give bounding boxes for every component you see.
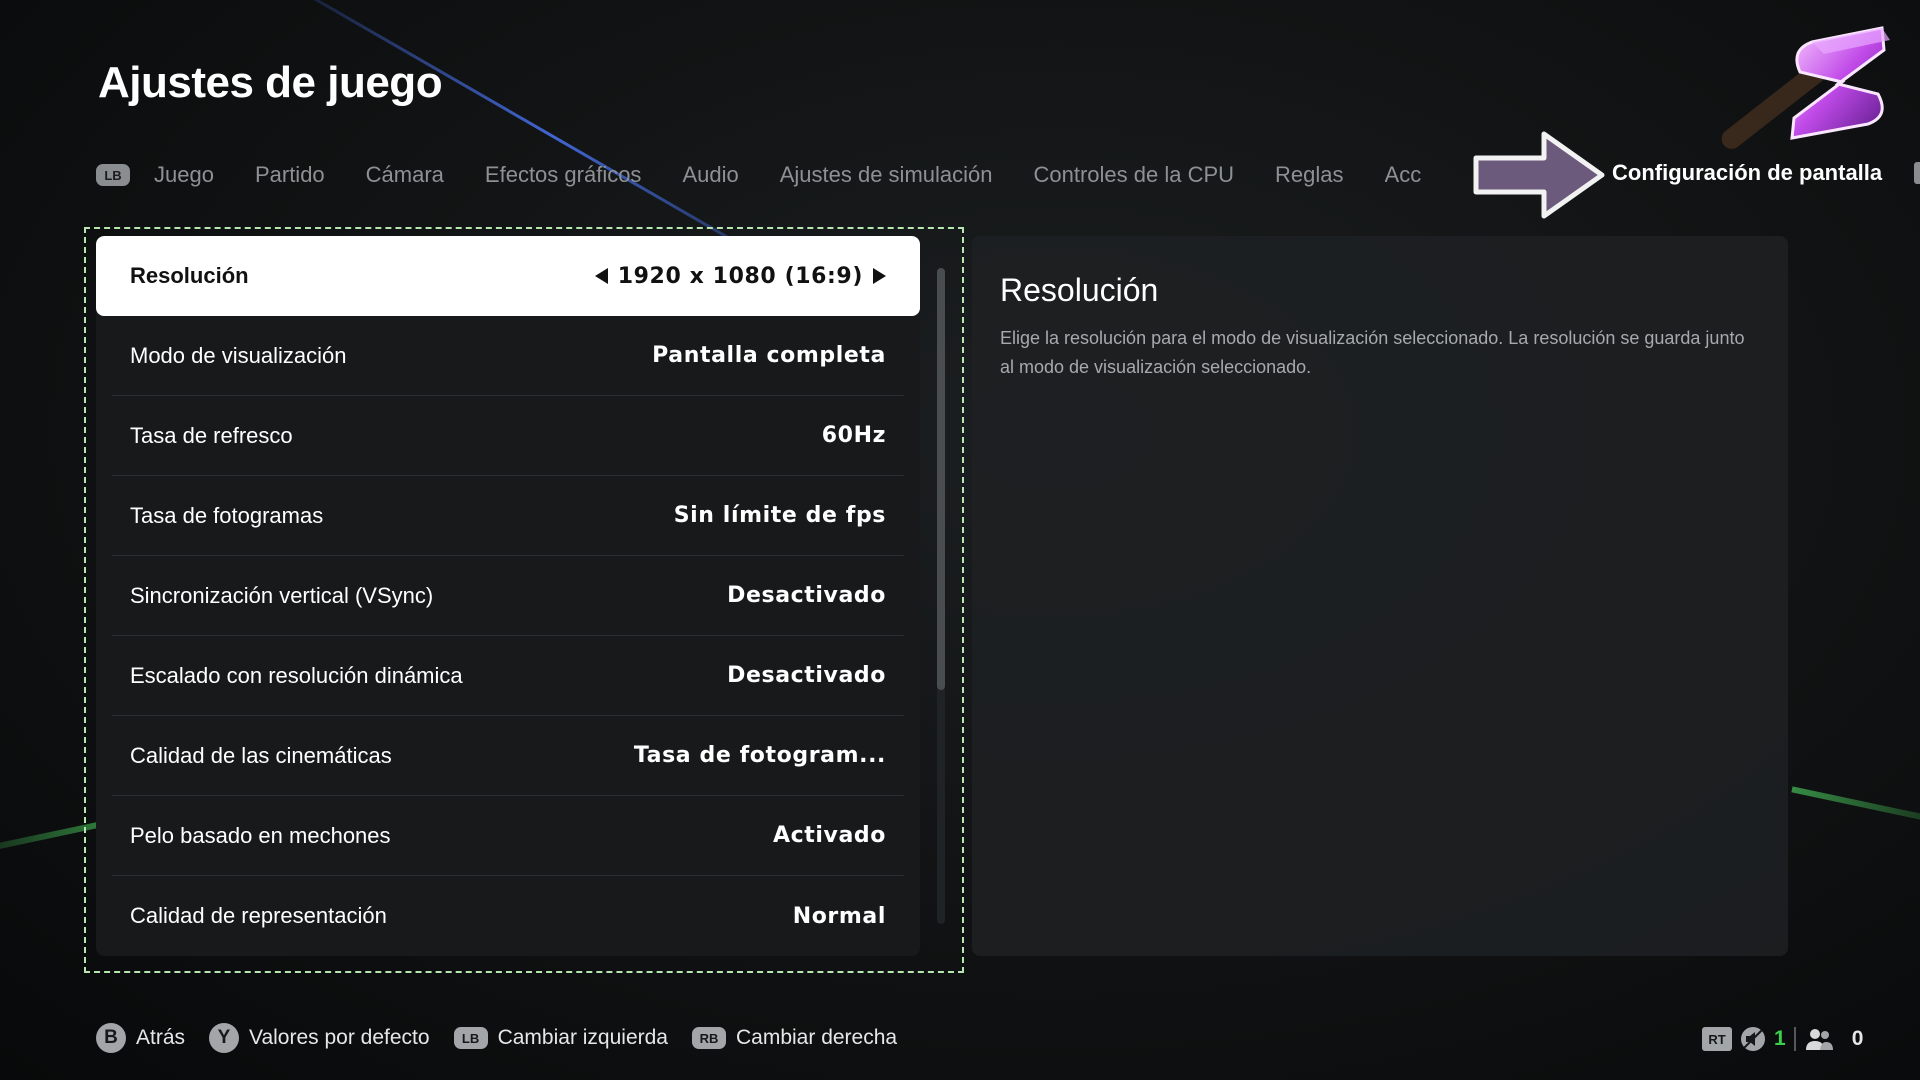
tab-partido[interactable]: Partido: [255, 162, 325, 188]
back-label: Atrás: [136, 1026, 186, 1049]
tab-accesibilidad[interactable]: Acc: [1385, 162, 1425, 188]
tab-audio[interactable]: Audio: [682, 162, 738, 188]
y-button-icon: Y: [209, 1023, 240, 1053]
tab-efectos-graficos[interactable]: Efectos gráficos: [485, 162, 642, 188]
arrow-right-icon: [1473, 131, 1605, 219]
mute-icon: [1741, 1027, 1765, 1051]
tab-ajustes-simulacion[interactable]: Ajustes de simulación: [780, 162, 993, 188]
description-text: Elige la resolución para el modo de visu…: [1000, 328, 1745, 377]
defaults-button[interactable]: Y Valores por defecto: [209, 1023, 430, 1053]
rb-button-icon: RB: [692, 1027, 726, 1049]
status-bar: RT 1 0: [1702, 1024, 1863, 1054]
muted-count: 1: [1774, 1027, 1786, 1050]
settings-focus-frame: [84, 227, 964, 973]
switch-right-button[interactable]: RB Cambiar derecha: [692, 1026, 897, 1050]
tab-bar: LB Juego Partido Cámara Efectos gráficos…: [96, 156, 1425, 194]
back-button[interactable]: B Atrás: [96, 1023, 185, 1053]
rt-button-icon[interactable]: RT: [1702, 1027, 1732, 1051]
switch-left-button[interactable]: LB Cambiar izquierda: [453, 1026, 668, 1050]
description-panel: Resolución Elige la resolución para el m…: [972, 236, 1788, 956]
settings-scrollbar[interactable]: [937, 268, 945, 924]
tab-juego[interactable]: Juego: [154, 162, 214, 188]
scrollbar-thumb[interactable]: [937, 268, 945, 690]
lb-button-icon[interactable]: LB: [96, 164, 130, 186]
tab-scroll-edge: [1914, 162, 1920, 184]
tab-reglas[interactable]: Reglas: [1275, 162, 1343, 188]
players-icon: [1805, 1029, 1833, 1050]
switch-left-label: Cambiar izquierda: [497, 1026, 668, 1049]
tab-configuracion-pantalla[interactable]: Configuración de pantalla: [1612, 160, 1882, 186]
b-button-icon: B: [96, 1023, 126, 1053]
lb-button-icon: LB: [453, 1027, 488, 1049]
status-divider: [1793, 1027, 1796, 1051]
tab-camara[interactable]: Cámara: [366, 162, 444, 188]
switch-right-label: Cambiar derecha: [736, 1026, 898, 1049]
footer-controls: B Atrás Y Valores por defecto LB Cambiar…: [96, 1023, 921, 1053]
players-count: 0: [1851, 1027, 1864, 1050]
game-logo-icon: [1790, 26, 1890, 140]
defaults-label: Valores por defecto: [249, 1026, 430, 1049]
description-title: Resolución: [1000, 272, 1159, 308]
page-title: Ajustes de juego: [98, 58, 443, 107]
tab-controles-cpu[interactable]: Controles de la CPU: [1034, 162, 1235, 188]
